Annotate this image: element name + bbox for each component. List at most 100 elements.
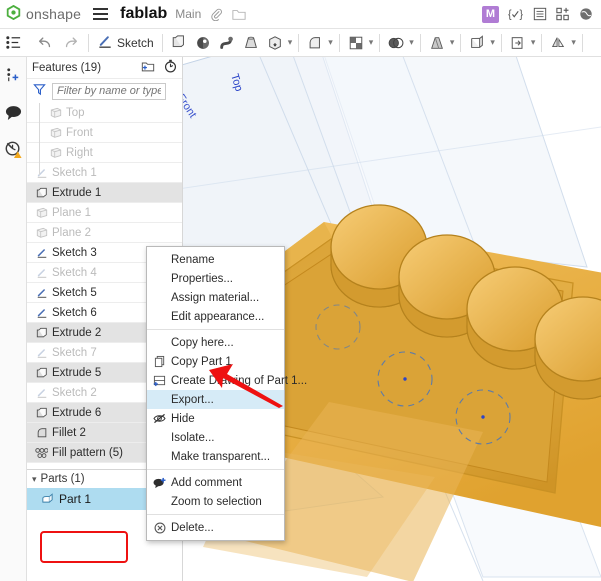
sweep-icon[interactable] xyxy=(215,30,239,56)
new-folder-icon[interactable] xyxy=(141,60,155,76)
context-menu-item[interactable]: Make transparent... xyxy=(147,447,284,466)
history-clock-warning-icon[interactable] xyxy=(3,139,24,160)
toolbar-divider xyxy=(161,33,163,52)
redo-icon[interactable] xyxy=(58,30,84,56)
feature-insert-icon[interactable] xyxy=(3,65,24,86)
chevron-down-icon[interactable]: ▾ xyxy=(32,474,37,485)
transform-icon[interactable] xyxy=(506,30,530,56)
plane-icon xyxy=(35,226,48,239)
context-menu-item[interactable]: Delete... xyxy=(147,518,284,537)
mirror-icon[interactable] xyxy=(546,30,570,56)
comment-bubble-icon[interactable] xyxy=(3,102,24,123)
avatar[interactable]: M xyxy=(482,5,499,23)
feature-tree-item-label: Sketch 5 xyxy=(52,286,97,299)
chevron-down-icon[interactable]: ▾ xyxy=(369,37,374,48)
context-menu-item-label: Assign material... xyxy=(171,291,260,304)
context-menu-item[interactable]: Copy Part 1 xyxy=(147,352,284,371)
extrude-icon[interactable] xyxy=(167,30,191,56)
paperclip-icon[interactable] xyxy=(210,8,223,21)
svg-text:{: { xyxy=(508,9,512,21)
sketch-pencil-icon xyxy=(97,33,114,53)
document-title[interactable]: fablab xyxy=(120,5,167,23)
shell-icon[interactable] xyxy=(465,30,489,56)
extrude-icon xyxy=(35,366,48,379)
feature-tree-item-label: Sketch 1 xyxy=(52,166,97,179)
context-menu-item[interactable]: Hide xyxy=(147,409,284,428)
sketch-button[interactable]: Sketch xyxy=(93,30,158,56)
feature-tree-item[interactable]: Front xyxy=(27,123,182,143)
pattern-icon[interactable] xyxy=(344,30,368,56)
parts-section-label: Parts (1) xyxy=(40,473,85,485)
toolbar-divider xyxy=(541,33,543,52)
boolean-icon[interactable] xyxy=(384,30,408,56)
rollback-timer-icon[interactable] xyxy=(164,59,177,76)
fillet-icon[interactable] xyxy=(303,30,327,56)
feature-tree-item[interactable]: Top xyxy=(27,103,182,123)
chevron-down-icon[interactable]: ▾ xyxy=(490,37,495,48)
context-menu-item-label: Copy here... xyxy=(171,336,234,349)
chevron-down-icon[interactable]: ▾ xyxy=(571,37,576,48)
part-context-menu[interactable]: Rename Properties... Assign material... Edi… xyxy=(146,246,307,541)
chevron-down-icon[interactable]: ▾ xyxy=(409,37,414,48)
feature-tree-item-label: Front xyxy=(66,126,93,139)
add-tab-icon[interactable] xyxy=(556,7,570,21)
chevron-down-icon[interactable]: ▾ xyxy=(531,37,536,48)
context-menu-separator xyxy=(147,329,284,330)
feature-tree-item[interactable]: Extrude 1 xyxy=(27,183,182,203)
feature-tree-item-label: Sketch 6 xyxy=(52,306,97,319)
create-drawing-icon xyxy=(150,374,169,387)
feature-tree-item[interactable]: Sketch 1 xyxy=(27,163,182,183)
folder-icon[interactable] xyxy=(232,8,246,21)
sketch-icon xyxy=(35,266,48,279)
context-menu-item[interactable]: Assign material... xyxy=(147,288,284,307)
draft-icon[interactable] xyxy=(425,30,449,56)
feature-filter-input[interactable] xyxy=(52,82,166,100)
versions-check-icon[interactable]: { } xyxy=(508,7,524,21)
feature-tree-item-label: Extrude 1 xyxy=(52,186,102,199)
context-menu-item[interactable]: Isolate... xyxy=(147,428,284,447)
hamburger-menu-icon[interactable] xyxy=(93,8,109,20)
feature-tree-item[interactable]: Plane 2 xyxy=(27,223,182,243)
feature-tree-item-label: Plane 2 xyxy=(52,226,92,239)
bill-of-materials-icon[interactable] xyxy=(533,7,547,21)
context-menu-item-label: Edit appearance... xyxy=(171,310,265,323)
toolbar-divider xyxy=(379,33,381,52)
feature-list-toggle-icon[interactable] xyxy=(0,30,26,56)
context-menu-item-label: Hide xyxy=(171,412,195,425)
context-menu-item[interactable]: Add comment xyxy=(147,473,284,492)
context-menu-item[interactable]: Rename xyxy=(147,250,284,269)
chevron-down-icon[interactable]: ▾ xyxy=(450,37,455,48)
context-menu-item[interactable]: Create Drawing of Part 1... xyxy=(147,371,307,390)
left-icon-rail xyxy=(0,57,27,581)
feature-tree-item[interactable]: Plane 1 xyxy=(27,203,182,223)
toolbar-divider xyxy=(581,33,583,52)
chevron-down-icon[interactable]: ▾ xyxy=(328,37,333,48)
sketch-icon xyxy=(35,346,48,359)
feature-tree-item[interactable]: Right xyxy=(27,143,182,163)
delete-icon xyxy=(150,522,169,534)
features-panel-header: Features (19) xyxy=(27,57,182,79)
onshape-logo-icon xyxy=(6,4,21,23)
filter-funnel-icon[interactable] xyxy=(33,83,46,99)
features-panel-title: Features (19) xyxy=(32,61,102,74)
loft-icon[interactable] xyxy=(239,30,263,56)
toolbar-divider xyxy=(338,33,340,52)
revolve-icon[interactable] xyxy=(191,30,215,56)
hide-eye-icon xyxy=(150,413,169,424)
undo-icon[interactable] xyxy=(32,30,58,56)
context-menu-item[interactable]: Zoom to selection xyxy=(147,492,284,511)
context-menu-item[interactable]: Copy here... xyxy=(147,333,284,352)
context-menu-item[interactable]: Properties... xyxy=(147,269,284,288)
workspace-name[interactable]: Main xyxy=(175,7,201,21)
context-menu-item-label: Zoom to selection xyxy=(171,495,262,508)
chevron-down-icon[interactable]: ▾ xyxy=(288,37,293,48)
add-comment-icon xyxy=(150,477,169,489)
onshape-logo[interactable]: onshape xyxy=(6,4,81,23)
context-menu-item[interactable]: Export... xyxy=(147,390,284,409)
thicken-icon[interactable] xyxy=(263,30,287,56)
context-menu-item[interactable]: Edit appearance... xyxy=(147,307,284,326)
extrude-icon xyxy=(35,186,48,199)
feature-tree-item-label: Sketch 3 xyxy=(52,246,97,259)
context-menu-item-label: Export... xyxy=(171,393,214,406)
comments-globe-icon[interactable] xyxy=(579,7,593,21)
